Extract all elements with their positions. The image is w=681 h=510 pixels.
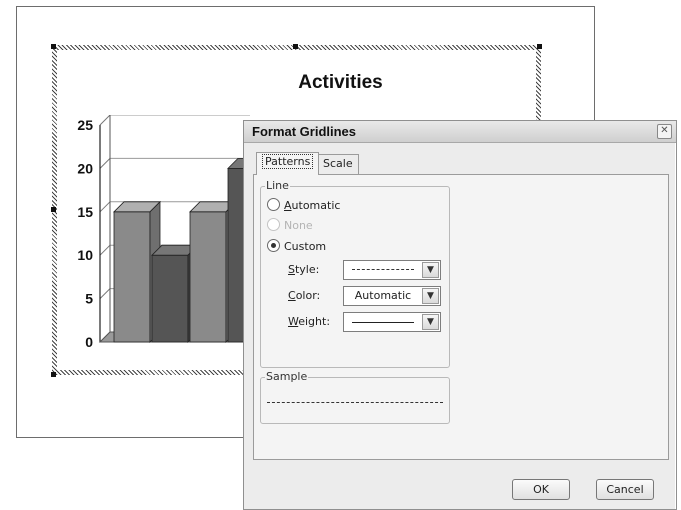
sample-preview-line	[267, 402, 443, 403]
patterns-tab-panel: Line Automatic None Custom Style: ▼ Colo…	[253, 174, 669, 460]
selection-handle[interactable]	[293, 44, 298, 49]
bar	[151, 254, 189, 343]
y-tick-label: 5	[85, 291, 93, 307]
color-dropdown[interactable]: Automatic ▼	[343, 286, 441, 306]
radio-automatic[interactable]: Automatic	[267, 198, 340, 212]
y-tick-label: 10	[77, 247, 93, 263]
color-value: Automatic	[354, 289, 412, 302]
radio-button-selected[interactable]	[267, 239, 280, 252]
line-groupbox: Line Automatic None Custom Style: ▼ Colo…	[260, 179, 450, 368]
sample-group-label: Sample	[265, 370, 309, 383]
bar	[189, 211, 227, 343]
gridline-depth	[99, 288, 111, 299]
chevron-down-icon[interactable]: ▼	[422, 262, 439, 278]
tab-scale-label: Scale	[323, 157, 353, 170]
sample-groupbox: Sample	[260, 370, 450, 424]
weight-label: Weight:	[288, 315, 331, 328]
cancel-button[interactable]: Cancel	[596, 479, 654, 500]
y-tick-label: 20	[77, 160, 93, 176]
y-tick-label: 15	[77, 204, 93, 220]
y-tick-label: 25	[77, 117, 93, 133]
weight-dropdown[interactable]: ▼	[343, 312, 441, 332]
chart-plot-area[interactable]: 0 5 10 15 20 25	[70, 115, 250, 355]
chart-title: Activities	[298, 72, 383, 93]
dialog-titlebar[interactable]: Format Gridlines ✕	[244, 121, 676, 143]
none-label: None	[284, 219, 313, 232]
radio-button[interactable]	[267, 218, 280, 231]
y-tick-label: 0	[85, 334, 93, 350]
custom-label: Custom	[284, 240, 327, 253]
selection-handle[interactable]	[51, 372, 56, 377]
color-label: Color:	[288, 289, 321, 302]
tab-patterns[interactable]: Patterns	[256, 152, 320, 175]
line-group-label: Line	[265, 179, 290, 192]
chevron-down-icon[interactable]: ▼	[422, 288, 439, 304]
format-gridlines-dialog: Format Gridlines ✕ Patterns Scale Line A…	[243, 120, 677, 510]
radio-custom[interactable]: Custom	[267, 239, 326, 253]
selection-handle[interactable]	[51, 207, 56, 212]
selection-handle[interactable]	[51, 44, 56, 49]
gridline-depth	[99, 115, 111, 126]
selection-handle[interactable]	[537, 44, 542, 49]
bar	[113, 211, 151, 343]
radio-button[interactable]	[267, 198, 280, 211]
style-label: Style:	[288, 263, 320, 276]
automatic-label: utomatic	[291, 199, 341, 212]
style-dropdown[interactable]: ▼	[343, 260, 441, 280]
automatic-label-mnemonic: A	[284, 199, 292, 212]
close-icon[interactable]: ✕	[657, 124, 672, 139]
tab-patterns-label: Patterns	[262, 154, 314, 169]
gridline-depth	[99, 158, 111, 169]
solid-line-sample	[352, 322, 414, 323]
gridline-depth	[99, 201, 111, 213]
gridline-depth	[99, 244, 111, 256]
ok-button[interactable]: OK	[512, 479, 570, 500]
dialog-title: Format Gridlines	[252, 124, 357, 139]
radio-none[interactable]: None	[267, 218, 313, 232]
chevron-down-icon[interactable]: ▼	[422, 314, 439, 330]
tab-scale[interactable]: Scale	[317, 154, 359, 174]
dashed-line-sample	[352, 269, 414, 270]
